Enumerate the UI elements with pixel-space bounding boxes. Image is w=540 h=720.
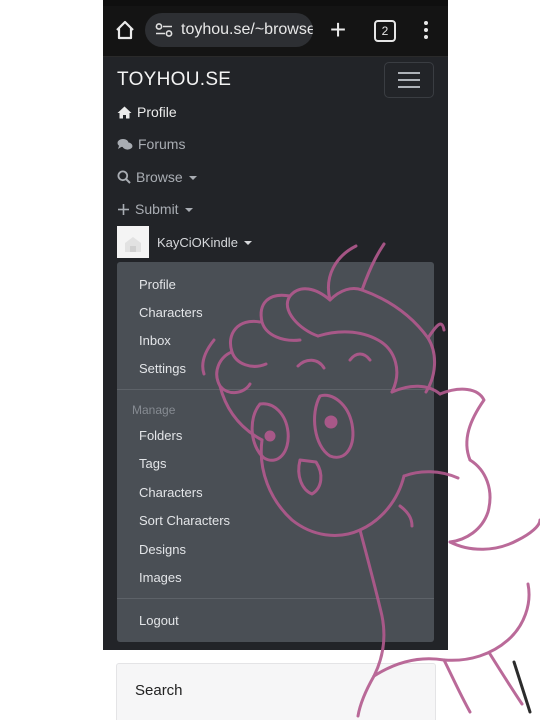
menu-item-inbox[interactable]: Inbox: [139, 333, 171, 348]
menu-item-settings[interactable]: Settings: [139, 361, 186, 376]
menu-divider: [117, 598, 434, 599]
username: KayCiOKindle: [157, 234, 238, 250]
comments-icon: [117, 138, 133, 150]
browser-toolbar: toyhou.se/~browse/s + 2: [103, 6, 448, 57]
url-text[interactable]: toyhou.se/~browse/s: [181, 21, 313, 39]
menu-item-folders[interactable]: Folders: [139, 428, 182, 443]
user-menu-toggle[interactable]: KayCiOKindle: [117, 225, 252, 259]
menu-item-sort-characters[interactable]: Sort Characters: [139, 513, 230, 528]
hamburger-icon: [398, 72, 420, 74]
nav-forums[interactable]: Forums: [117, 132, 185, 156]
search-card-title: Search: [135, 682, 183, 699]
menu-item-logout[interactable]: Logout: [139, 613, 179, 628]
nav-browse-label: Browse: [136, 169, 183, 185]
nav-profile-label: Profile: [137, 104, 177, 120]
caret-down-icon: [188, 176, 197, 180]
menu-item-manage-characters[interactable]: Characters: [139, 485, 203, 500]
site-navbar: TOYHOU.SE Profile Forums Browse Submit K…: [103, 57, 448, 650]
phone-screen: toyhou.se/~browse/s + 2 TOYHOU.SE Profil…: [103, 0, 448, 720]
menu-item-designs[interactable]: Designs: [139, 542, 186, 557]
address-bar[interactable]: toyhou.se/~browse/s: [145, 13, 313, 47]
menu-item-tags[interactable]: Tags: [139, 456, 166, 471]
search-card: Search: [116, 663, 436, 720]
page-content: Search: [103, 650, 448, 720]
navbar-toggle-button[interactable]: [384, 62, 434, 98]
search-icon: [117, 170, 131, 184]
nav-submit[interactable]: Submit: [117, 197, 193, 221]
tab-count-button[interactable]: 2: [374, 20, 396, 42]
site-brand[interactable]: TOYHOU.SE: [117, 69, 231, 91]
caret-down-icon: [243, 241, 252, 245]
menu-header-manage: Manage: [132, 403, 176, 417]
new-tab-button[interactable]: +: [327, 16, 349, 44]
menu-item-images[interactable]: Images: [139, 570, 182, 585]
home-icon[interactable]: [115, 19, 135, 41]
menu-item-characters[interactable]: Characters: [139, 305, 203, 320]
nav-forums-label: Forums: [138, 136, 186, 152]
tune-icon[interactable]: [155, 23, 173, 37]
nav-browse[interactable]: Browse: [117, 165, 197, 189]
avatar: [117, 226, 149, 258]
plus-icon: [118, 203, 129, 215]
nav-submit-label: Submit: [135, 201, 179, 217]
nav-profile[interactable]: Profile: [117, 100, 177, 124]
home-icon: [117, 106, 132, 118]
menu-divider: [117, 389, 434, 390]
user-dropdown-menu: Profile Characters Inbox Settings Manage…: [117, 262, 434, 642]
menu-item-profile[interactable]: Profile: [139, 277, 176, 292]
kebab-menu-icon[interactable]: [421, 19, 431, 41]
caret-down-icon: [184, 208, 193, 212]
